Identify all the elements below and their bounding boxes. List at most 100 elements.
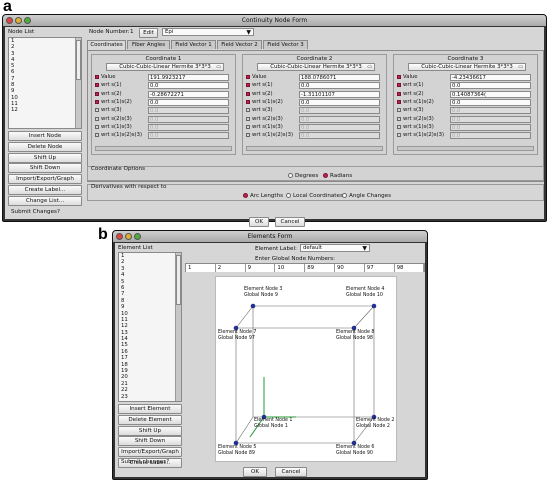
scroll-thumb[interactable] [76, 40, 81, 80]
checkbox-icon[interactable] [95, 108, 99, 113]
checkbox-icon[interactable] [246, 108, 250, 113]
checkbox-icon[interactable] [95, 75, 99, 79]
zoom-icon[interactable] [134, 233, 141, 240]
radians-radio[interactable]: Radians [323, 173, 352, 179]
checkbox-icon[interactable] [397, 83, 401, 88]
row-value-input[interactable]: 0.0 [299, 115, 380, 123]
basis-select[interactable]: Cubic-Cubic-Linear Hermite 3*3*3 ▭ [257, 63, 375, 71]
checkbox-icon[interactable] [397, 108, 401, 113]
row-value-input[interactable]: -4.23436617 [450, 74, 531, 81]
element-list[interactable]: 1 2 3 4 5 6 7 8 9 10 11 12 13 14 15 16 17 18 19 20 21 22 23 [118, 252, 182, 402]
tab-field-vector-2[interactable]: Field Vector 2 [217, 40, 262, 49]
checkbox-icon[interactable] [246, 75, 250, 79]
row-value-input[interactable]: 0.0 [148, 107, 229, 115]
global-node-field[interactable]: 89 [305, 264, 335, 272]
global-node-field[interactable]: 10 [275, 264, 306, 272]
close-icon[interactable] [116, 233, 123, 240]
global-node-field[interactable]: 2 [215, 264, 246, 272]
node-list[interactable]: 1 2 3 4 5 6 7 8 9 10 11 12 [8, 37, 82, 129]
row-value-input[interactable]: 0.0 [148, 115, 229, 123]
checkbox-icon[interactable] [397, 116, 401, 121]
checkbox-icon[interactable] [246, 99, 250, 104]
side-button[interactable]: Shift Down [118, 436, 182, 447]
side-button[interactable]: Delete Element [118, 414, 182, 425]
row-value-input[interactable]: 0.0 [148, 98, 229, 106]
horizontal-scrollbar[interactable] [95, 146, 232, 151]
degrees-radio[interactable]: Degrees [288, 173, 318, 179]
horizontal-scrollbar[interactable] [397, 146, 534, 151]
row-value-input[interactable]: 0.0 [299, 132, 380, 140]
checkbox-icon[interactable] [397, 75, 401, 79]
element-label-select[interactable]: default ▼ [300, 244, 370, 252]
epi-select[interactable]: Epi ▼ [162, 28, 254, 36]
row-value-input[interactable]: 0.0 [450, 132, 531, 140]
row-value-input[interactable]: 0.0 [450, 123, 531, 131]
list-item[interactable]: 12 [9, 107, 81, 113]
node-list-scrollbar[interactable] [75, 38, 81, 128]
row-value-input[interactable]: 0.0 [299, 123, 380, 131]
checkbox-icon[interactable] [95, 91, 99, 96]
cancel-button[interactable]: Cancel [275, 217, 305, 227]
titlebar[interactable]: Continuity Node Form [3, 15, 546, 26]
checkbox-icon[interactable] [397, 133, 401, 138]
horizontal-scrollbar[interactable] [246, 146, 383, 151]
titlebar[interactable]: Elements Form [113, 231, 427, 242]
node-dot[interactable] [250, 303, 256, 309]
tab-coordinates[interactable]: Coordinates [87, 40, 126, 50]
row-value-input[interactable]: 0.0 [299, 107, 380, 115]
minimize-icon[interactable] [125, 233, 132, 240]
row-value-input[interactable]: 0.0 [148, 123, 229, 131]
row-value-input[interactable]: 188.0786071 [299, 74, 380, 81]
scroll-thumb[interactable] [176, 255, 181, 305]
row-value-input[interactable]: 0.0 [450, 115, 531, 123]
checkbox-icon[interactable] [397, 124, 401, 129]
side-button[interactable]: Import/Export/Graph [118, 447, 182, 458]
global-node-field[interactable]: 1 [186, 264, 216, 272]
side-button[interactable]: Insert Element [118, 404, 182, 414]
side-button[interactable]: Shift Up [118, 425, 182, 436]
cancel-button[interactable]: Cancel [275, 467, 307, 477]
row-value-input[interactable]: 0.0 [450, 107, 531, 115]
minimize-icon[interactable] [15, 17, 22, 24]
side-button[interactable]: Insert Node [8, 131, 82, 141]
local-coordinates-radio[interactable]: Local Coordinates [286, 193, 343, 199]
close-icon[interactable] [6, 17, 13, 24]
tab-field-vector-3[interactable]: Field Vector 3 [263, 40, 308, 49]
edit-button[interactable]: Edit [139, 28, 158, 38]
side-button[interactable]: Change List... [8, 195, 82, 206]
tab-fiber-angles[interactable]: Fiber Angles [127, 40, 170, 49]
ok-button[interactable]: OK [243, 467, 267, 477]
node-dot[interactable] [371, 303, 377, 309]
angle-changes-radio[interactable]: Angle Changes [342, 193, 391, 199]
side-button[interactable]: Shift Down [8, 163, 82, 174]
tab-field-vector-1[interactable]: Field Vector 1 [171, 40, 216, 49]
checkbox-icon[interactable] [397, 99, 401, 104]
row-value-input[interactable]: -0.28672271 [148, 90, 229, 98]
checkbox-icon[interactable] [246, 133, 250, 138]
row-value-input[interactable]: 0.0 [299, 82, 380, 90]
global-node-field[interactable]: 98 [394, 264, 425, 272]
row-value-input[interactable]: -1.31101107 [299, 90, 380, 98]
checkbox-icon[interactable] [397, 91, 401, 96]
side-button[interactable]: Delete Node [8, 141, 82, 152]
checkbox-icon[interactable] [95, 116, 99, 121]
element-list-scrollbar[interactable] [175, 253, 181, 401]
row-value-input[interactable]: 0.0 [450, 98, 531, 106]
checkbox-icon[interactable] [95, 83, 99, 88]
row-value-input[interactable]: 0.0 [450, 82, 531, 90]
row-value-input[interactable]: 0.0 [148, 82, 229, 90]
checkbox-icon[interactable] [95, 99, 99, 104]
list-item[interactable]: 23 [119, 394, 181, 400]
global-node-field[interactable]: 97 [364, 264, 395, 272]
basis-select[interactable]: Cubic-Cubic-Linear Hermite 3*3*3 ▭ [408, 63, 526, 71]
row-value-input[interactable]: 0.14087364( [450, 90, 531, 98]
row-value-input[interactable]: 0.0 [299, 98, 380, 106]
global-node-field[interactable]: 90 [335, 264, 365, 272]
row-value-input[interactable]: 191.9923217 [148, 74, 229, 81]
zoom-icon[interactable] [24, 17, 31, 24]
basis-select[interactable]: Cubic-Cubic-Linear Hermite 3*3*3 ▭ [106, 63, 224, 71]
checkbox-icon[interactable] [246, 124, 250, 129]
side-button[interactable]: Shift Up [8, 152, 82, 163]
checkbox-icon[interactable] [95, 124, 99, 129]
row-value-input[interactable]: 0.0 [148, 132, 229, 140]
